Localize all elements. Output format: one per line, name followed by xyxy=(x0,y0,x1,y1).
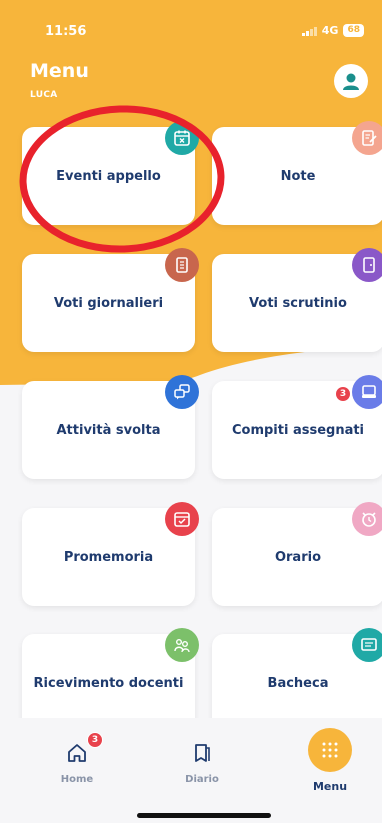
tab-diario-label: Diario xyxy=(185,774,219,785)
menu-card-label: Promemoria xyxy=(63,549,154,565)
home-badge: 3 xyxy=(87,732,103,748)
menu-card-eventi-appello[interactable]: Eventi appello xyxy=(22,121,199,225)
compiti-badge: 3 xyxy=(335,386,351,402)
menu-card-voti-scrutinio[interactable]: Voti scrutinio xyxy=(212,248,382,352)
door-icon xyxy=(352,248,382,282)
tab-menu-label: Menu xyxy=(312,780,348,793)
app-screen: 11:56 4G 68 Menu LUCA Eventi appello Not… xyxy=(0,0,382,823)
board-icon xyxy=(352,628,382,662)
network-label: 4G xyxy=(321,24,339,37)
bottom-tab-bar: Home 3 Diario Menu xyxy=(0,718,382,823)
menu-card-label: Bacheca xyxy=(267,675,329,691)
teachers-icon xyxy=(165,628,199,662)
status-icons: 4G 68 xyxy=(302,24,364,37)
tab-menu[interactable]: Menu xyxy=(280,728,380,808)
alarm-clock-icon xyxy=(352,502,382,536)
tab-diario[interactable]: Diario xyxy=(152,728,252,808)
menu-card-label: Voti giornalieri xyxy=(53,295,164,311)
menu-card-label: Orario xyxy=(274,549,322,565)
page-title: Menu xyxy=(30,60,89,82)
menu-card-label: Voti scrutinio xyxy=(249,295,347,311)
menu-card-note[interactable]: Note xyxy=(212,121,382,225)
battery-icon: 68 xyxy=(343,24,364,37)
menu-card-compiti-assegnati[interactable]: Compiti assegnati 3 xyxy=(212,375,382,479)
profile-avatar-button[interactable] xyxy=(334,64,368,98)
menu-card-label: Ricevimento docenti xyxy=(33,675,184,691)
home-icon xyxy=(68,744,86,762)
user-icon xyxy=(343,73,359,90)
user-name: LUCA xyxy=(30,90,58,100)
signal-icon xyxy=(302,26,317,36)
menu-card-label: Eventi appello xyxy=(56,168,161,184)
menu-card-attivita-svolta[interactable]: Attività svolta xyxy=(22,375,199,479)
menu-card-label: Attività svolta xyxy=(56,422,161,438)
diary-icon xyxy=(195,744,210,762)
grid-icon xyxy=(308,728,352,772)
home-indicator[interactable] xyxy=(137,813,271,818)
menu-card-label: Compiti assegnati xyxy=(231,422,365,438)
calendar-x-icon xyxy=(165,121,199,155)
chat-bubbles-icon xyxy=(165,375,199,409)
grades-book-icon xyxy=(165,248,199,282)
tab-home-label: Home xyxy=(60,774,94,785)
status-time: 11:56 xyxy=(45,24,87,39)
tab-home[interactable]: Home 3 xyxy=(27,728,127,808)
menu-card-label: Note xyxy=(280,168,316,184)
homework-icon xyxy=(352,375,382,409)
menu-card-orario[interactable]: Orario xyxy=(212,502,382,606)
menu-card-promemoria[interactable]: Promemoria xyxy=(22,502,199,606)
calendar-check-icon xyxy=(165,502,199,536)
menu-card-voti-giornalieri[interactable]: Voti giornalieri xyxy=(22,248,199,352)
note-edit-icon xyxy=(352,121,382,155)
